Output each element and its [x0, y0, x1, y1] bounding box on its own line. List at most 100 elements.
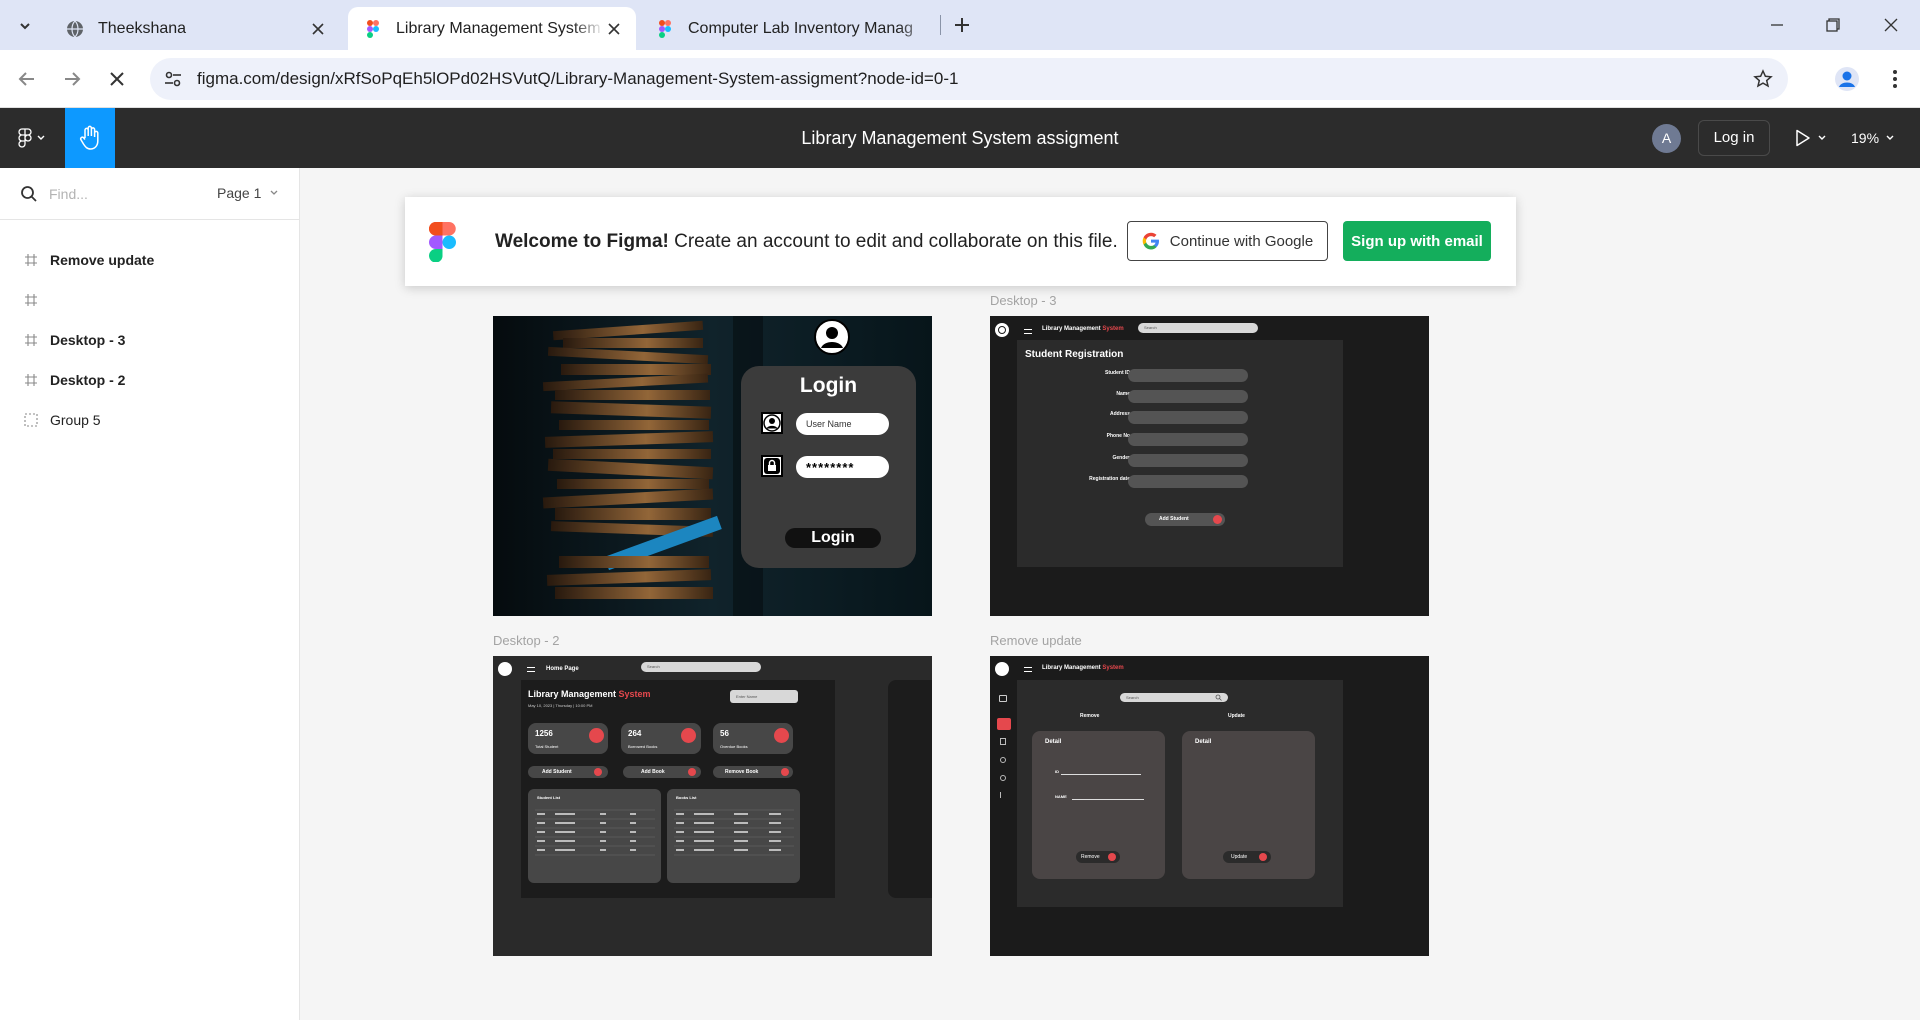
username-field[interactable]: User Name	[796, 413, 889, 435]
layer-item-desktop-2[interactable]: Desktop - 2	[0, 360, 300, 400]
chevron-down-icon	[1818, 135, 1826, 140]
hand-icon	[79, 125, 99, 150]
app-title-accent: System	[1102, 665, 1124, 671]
frame-label-remove-update[interactable]: Remove update	[990, 633, 1082, 648]
logout-icon[interactable]	[1000, 792, 1006, 798]
desktop-3-frame[interactable]: Library Management System Search Student…	[990, 316, 1429, 616]
design-canvas[interactable]: Welcome to Figma! Create an account to e…	[301, 168, 1920, 1020]
login-frame[interactable]: Login User Name ******** Login	[493, 316, 932, 616]
layer-item-remove-update[interactable]: Remove update	[0, 240, 300, 280]
search-input[interactable]: Search	[1120, 693, 1228, 702]
home-page-label[interactable]: Home Page	[546, 666, 579, 672]
zoom-level: 19%	[1851, 130, 1880, 146]
student-stat-icon	[589, 728, 604, 743]
profile-icon	[1835, 67, 1859, 91]
phone-field[interactable]	[1128, 433, 1248, 446]
books-list-title: Books List	[676, 795, 697, 800]
users-icon[interactable]	[1000, 757, 1006, 763]
tab-computer-lab[interactable]: Computer Lab Inventory Manag	[640, 7, 935, 50]
page-selector[interactable]: Page 1	[217, 185, 279, 201]
figma-icon	[364, 19, 382, 38]
tab-search-button[interactable]	[10, 11, 39, 40]
layer-search-input[interactable]	[49, 184, 199, 204]
play-icon	[1796, 129, 1810, 147]
login-button[interactable]: Login	[785, 528, 881, 548]
user-icon	[761, 412, 783, 434]
present-button[interactable]	[1795, 125, 1835, 151]
continue-with-google-button[interactable]: Continue with Google	[1127, 221, 1328, 261]
field-label-gender: Gender	[1112, 455, 1130, 461]
name-field[interactable]	[1128, 390, 1248, 403]
close-icon[interactable]	[308, 19, 328, 39]
address-field[interactable]	[1128, 411, 1248, 424]
remove-update-frame[interactable]: Library Management System Search Remove …	[990, 656, 1429, 956]
arrow-right-icon	[65, 72, 81, 86]
forward-button[interactable]	[57, 64, 87, 94]
url-text[interactable]: figma.com/design/xRfSoPqEh5lOPd02HSVutQ/…	[197, 69, 958, 89]
minimize-button[interactable]	[1762, 10, 1792, 40]
id-label: ID	[1055, 769, 1059, 774]
layer-item-unnamed[interactable]	[0, 280, 300, 320]
log-in-button[interactable]: Log in	[1698, 120, 1770, 156]
close-icon[interactable]	[604, 19, 624, 39]
lock-icon	[761, 455, 783, 477]
sign-up-with-email-button[interactable]: Sign up with email	[1343, 221, 1491, 261]
name-underline[interactable]	[1072, 799, 1144, 800]
stop-loading-button[interactable]	[102, 64, 132, 94]
student-list-table	[535, 809, 655, 856]
remove-detail-title: Detail	[1045, 739, 1062, 745]
figma-logo-icon	[429, 222, 456, 262]
close-window-button[interactable]	[1876, 10, 1906, 40]
active-nav-icon[interactable]	[997, 718, 1011, 730]
id-underline[interactable]	[1061, 774, 1141, 775]
password-field[interactable]: ********	[796, 456, 889, 478]
omnibox[interactable]: figma.com/design/xRfSoPqEh5lOPd02HSVutQ/…	[150, 58, 1788, 100]
welcome-banner: Welcome to Figma! Create an account to e…	[405, 197, 1516, 286]
enter-name-input[interactable]: Enter Name	[730, 690, 798, 703]
tab-theekshana[interactable]: Theekshana	[50, 7, 340, 50]
hand-tool-button[interactable]	[65, 108, 115, 168]
bookmark-star-icon[interactable]	[1752, 68, 1774, 90]
search-input[interactable]: Search	[641, 662, 761, 672]
frame-label-desktop-3[interactable]: Desktop - 3	[990, 293, 1056, 308]
stat-label: Overdue Books	[720, 744, 748, 749]
frame-label-desktop-2[interactable]: Desktop - 2	[493, 633, 559, 648]
dashboard-title: Library Management System	[528, 689, 651, 699]
avatar[interactable]: A	[1652, 124, 1681, 153]
layer-item-group-5[interactable]: Group 5	[0, 400, 300, 440]
site-settings-icon[interactable]	[162, 68, 184, 90]
app-title: Library Management System	[1042, 326, 1124, 332]
student-list-title: Student List	[537, 795, 561, 800]
search-icon	[21, 186, 37, 202]
back-button[interactable]	[12, 64, 42, 94]
layer-item-desktop-3[interactable]: Desktop - 3	[0, 320, 300, 360]
login-title: Login	[799, 374, 858, 397]
search-input[interactable]: Search	[1138, 323, 1258, 333]
new-tab-button[interactable]	[948, 11, 976, 39]
browser-menu-button[interactable]	[1880, 64, 1910, 94]
monitor-icon[interactable]	[999, 695, 1007, 702]
zoom-dropdown[interactable]: 19%	[1851, 124, 1895, 152]
dashboard-title-accent: System	[618, 689, 651, 699]
gear-icon[interactable]	[1000, 775, 1006, 781]
main-menu-button[interactable]	[8, 120, 56, 156]
field-label-student-id: Student ID	[1105, 370, 1130, 376]
restore-button[interactable]	[1818, 10, 1848, 40]
tab-library-management[interactable]: Library Management System as	[348, 7, 636, 50]
student-id-field[interactable]	[1128, 369, 1248, 382]
overdue-stat-icon	[774, 728, 789, 743]
registration-date-field[interactable]	[1128, 475, 1248, 488]
chevron-down-icon	[37, 135, 45, 140]
profile-button[interactable]	[1832, 64, 1862, 94]
book-icon[interactable]	[1000, 738, 1006, 745]
figma-icon	[656, 19, 674, 38]
frame-icon	[24, 293, 38, 307]
arrow-left-icon	[18, 72, 34, 86]
desktop-2-frame[interactable]: Home Page Search Library Management Syst…	[493, 656, 932, 956]
plus-icon	[955, 18, 969, 32]
tab-title: Library Management System as	[396, 19, 604, 37]
google-icon	[1142, 232, 1159, 250]
plus-circle-icon	[688, 768, 696, 776]
gender-field[interactable]	[1128, 454, 1248, 467]
side-panel	[888, 680, 932, 898]
